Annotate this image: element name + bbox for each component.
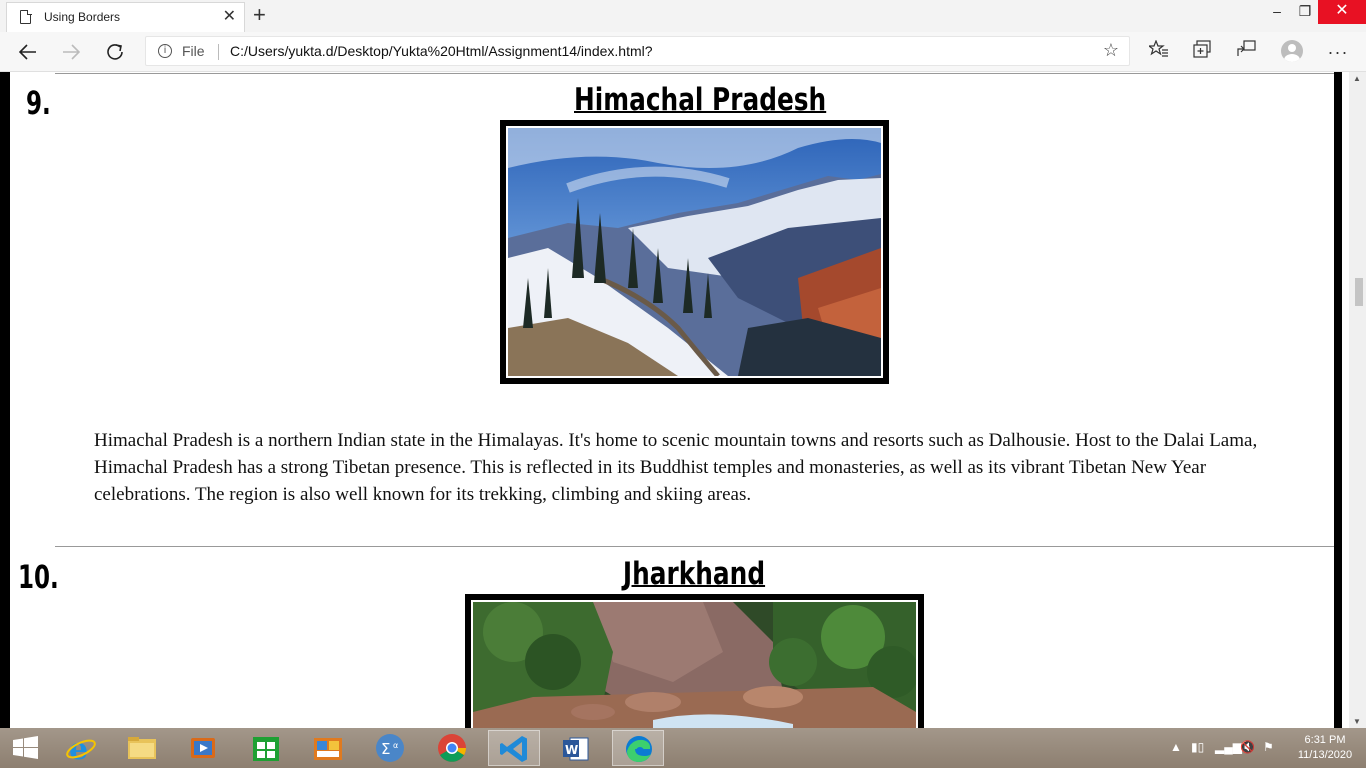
himachal-photo <box>508 128 881 376</box>
internet-explorer-icon[interactable]: e <box>55 730 107 767</box>
svg-text:e: e <box>69 732 88 766</box>
tab-title: Using Borders <box>44 10 121 24</box>
windows-taskbar: e Σα W ▲ ▮▯ ▂▄▆ 🔇 ⚑ 6:31 PM 11/13/2020 <box>0 728 1366 768</box>
svg-text:W: W <box>565 743 578 757</box>
file-label: File <box>182 43 205 59</box>
forward-arrow-icon <box>63 44 81 60</box>
edge-icon[interactable] <box>612 730 664 766</box>
favorites-icon[interactable] <box>1146 39 1172 64</box>
battery-icon[interactable]: ▮▯ <box>1191 740 1204 754</box>
clock-time: 6:31 PM <box>1304 734 1346 746</box>
scroll-thumb[interactable] <box>1355 278 1363 306</box>
back-button[interactable] <box>13 38 43 66</box>
share-icon[interactable] <box>1233 40 1259 64</box>
vscode-icon[interactable] <box>488 730 540 766</box>
page-border-left <box>0 72 10 728</box>
info-icon[interactable]: i <box>158 44 172 58</box>
system-clock[interactable]: 6:31 PM 11/13/2020 <box>1290 733 1360 763</box>
page-icon <box>20 9 32 24</box>
scroll-up-arrow-icon[interactable]: ▲ <box>1353 74 1361 83</box>
refresh-button[interactable] <box>100 38 130 66</box>
url-text[interactable]: C:/Users/yukta.d/Desktop/Yukta%20Html/As… <box>230 43 653 59</box>
outlook-icon[interactable] <box>302 730 354 766</box>
section-divider <box>55 546 1334 547</box>
svg-text:Σ: Σ <box>381 740 390 758</box>
word-icon[interactable]: W <box>550 730 602 766</box>
page-viewport: 9. Himachal Pradesh Himachal Pradesh is … <box>0 72 1366 728</box>
page-border-right <box>1334 72 1342 728</box>
chrome-icon[interactable] <box>426 730 478 766</box>
profile-avatar[interactable] <box>1281 40 1303 62</box>
file-explorer-icon[interactable] <box>116 730 168 766</box>
svg-text:α: α <box>393 741 398 750</box>
media-player-icon[interactable] <box>178 730 230 766</box>
more-menu-icon[interactable]: ··· <box>1325 40 1351 64</box>
favorite-star-icon[interactable]: ☆ <box>1103 40 1119 61</box>
show-hidden-icons[interactable]: ▲ <box>1170 740 1182 754</box>
section-number: 9. <box>26 84 51 122</box>
section-description: Himachal Pradesh is a northern Indian st… <box>94 430 1258 505</box>
scroll-down-arrow-icon[interactable]: ▼ <box>1353 717 1361 726</box>
close-window-button[interactable]: ✕ <box>1318 0 1366 24</box>
clock-date: 11/13/2020 <box>1297 749 1353 761</box>
browser-tab[interactable]: Using Borders ✕ <box>6 2 245 32</box>
collections-icon[interactable] <box>1190 40 1216 64</box>
url-separator <box>218 44 219 60</box>
tab-bar: Using Borders ✕ + – ❐ ✕ <box>0 0 1366 32</box>
network-icon[interactable]: ▂▄▆ <box>1215 740 1242 754</box>
vertical-scrollbar[interactable]: ▲ ▼ <box>1349 72 1366 728</box>
forward-button[interactable] <box>56 38 86 66</box>
tab-close-button[interactable]: ✕ <box>223 8 236 26</box>
address-toolbar: i File C:/Users/yukta.d/Desktop/Yukta%20… <box>0 32 1366 72</box>
back-arrow-icon <box>18 44 36 60</box>
section-divider <box>55 73 1334 74</box>
calculator-icon[interactable]: Σα <box>364 730 416 766</box>
section-title: Jharkhand <box>622 556 766 592</box>
address-bar[interactable]: i File C:/Users/yukta.d/Desktop/Yukta%20… <box>145 36 1130 66</box>
action-center-flag-icon[interactable]: ⚑ <box>1263 740 1274 754</box>
jharkhand-photo <box>473 602 916 728</box>
start-button[interactable] <box>0 730 52 766</box>
new-tab-button[interactable]: + <box>253 3 266 27</box>
refresh-icon <box>107 44 123 60</box>
section-number: 10. <box>18 558 59 596</box>
section-title: Himachal Pradesh <box>574 82 827 118</box>
volume-muted-icon[interactable]: 🔇 <box>1240 740 1255 754</box>
store-icon[interactable] <box>240 730 292 766</box>
